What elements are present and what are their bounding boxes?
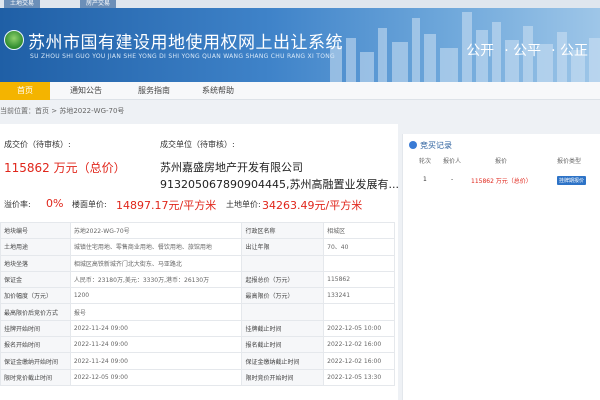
slogan-fair: · 公平	[504, 43, 542, 59]
info-cell-v1: 人民币：23180万,美元：3330万,港币：26130万	[69, 270, 243, 289]
row-round: 1	[423, 176, 427, 183]
info-cell-v1: 2022-12-05 09:00	[69, 368, 243, 386]
info-cell-k2	[241, 303, 325, 321]
info-cell-v1: 2022-11-24 09:00	[69, 336, 243, 354]
info-cell-v1: 2022-11-24 09:00	[69, 352, 243, 370]
info-cell-k1: 加价幅度（万元）	[0, 287, 71, 305]
info-cell-k2: 保证金缴纳截止时间	[241, 352, 325, 370]
info-cell-k1: 地块编号	[0, 221, 71, 240]
info-cell-k2: 起报总价（万元）	[241, 270, 325, 289]
info-cell-k1: 保证金	[0, 270, 71, 289]
info-cell-v1: 2022-11-24 09:00	[69, 319, 243, 338]
bid-record-panel: 竞买记录 轮次 报价人 报价 报价类型 1 - 115862 万元（总价） 挂牌…	[402, 134, 600, 400]
bid-record-row: 1 - 115862 万元（总价） 挂牌期报价	[407, 176, 597, 188]
info-row: 保证金 人民币：23180万,美元：3330万,港币：26130万 起报总价（万元）…	[0, 270, 395, 289]
info-cell-k1: 挂牌开始时间	[0, 319, 71, 338]
nav-home[interactable]: 首页	[0, 82, 50, 100]
site-header: 苏州市国有建设用地使用权网上出让系统 SU ZHOU SHI GUO YOU J…	[0, 8, 600, 82]
row-type-badge: 挂牌期报价	[557, 176, 587, 185]
breadcrumb: 当前位置：首页 > 苏地2022-WG-70号	[0, 107, 125, 115]
land-price-value: 34263.49元/平方米	[262, 199, 363, 212]
info-cell-k2: 限时竞价开始时间	[241, 368, 325, 386]
deal-party-name: 苏州嘉盛房地产开发有限公司	[160, 161, 303, 174]
floor-price-label: 楼面单价:	[72, 200, 107, 209]
bid-record-title: 竞买记录	[409, 140, 452, 151]
tab-land-trade[interactable]: 土地交易	[4, 0, 41, 8]
info-cell-v2: 133241	[323, 287, 395, 305]
info-row: 加价幅度（万元） 1200 最高限价（万元） 133241	[0, 287, 395, 305]
info-row: 土地用途 城镇住宅用地、零售商业用地、餐饮用地、旅馆用地 出让年限 70、40	[0, 238, 395, 256]
nav-notices[interactable]: 通知公告	[70, 82, 102, 100]
info-cell-k2	[241, 254, 325, 272]
info-cell-v1: 苏地2022-WG-70号	[69, 221, 243, 240]
slogans: 公开 · 公平 · 公正	[466, 40, 588, 60]
info-row: 地块编号 苏地2022-WG-70号 行政区名称 相城区	[0, 221, 395, 240]
info-cell-k1: 地块坐落	[0, 254, 71, 272]
info-cell-k2: 最高限价（万元）	[241, 287, 325, 305]
info-cell-v2	[323, 254, 395, 272]
info-cell-k1: 报名开始时间	[0, 336, 71, 354]
deal-price-label: 成交价（待审核）:	[4, 140, 71, 149]
info-cell-v2: 2022-12-02 16:00	[323, 352, 395, 370]
premium-label: 溢价率:	[4, 200, 31, 209]
nav-service-guide[interactable]: 服务指南	[138, 82, 170, 100]
info-cell-v2: 2022-12-05 10:00	[323, 319, 395, 338]
info-cell-v2	[323, 303, 395, 321]
info-cell-k2: 报名截止时间	[241, 336, 325, 354]
info-row: 限时竞价截止时间 2022-12-05 09:00 限时竞价开始时间 2022-12-…	[0, 368, 395, 386]
info-cell-k2: 挂牌截止时间	[241, 319, 325, 338]
site-logo-icon	[4, 30, 24, 50]
info-row: 最高限价后竞价方式 报号	[0, 303, 395, 321]
info-cell-k1: 最高限价后竞价方式	[0, 303, 71, 321]
floor-price-value: 14897.17元/平方米	[116, 199, 217, 212]
slogan-just: · 公正	[551, 43, 588, 59]
header-bidder: 报价人	[443, 158, 462, 165]
price-metrics: 溢价率: 0% 楼面单价: 14897.17元/平方米 土地单价: 34263.…	[0, 193, 398, 215]
info-cell-v2: 70、40	[323, 238, 395, 256]
info-cell-k2: 出让年限	[241, 238, 325, 256]
row-bidder: -	[451, 176, 454, 183]
bid-record-header: 轮次 报价人 报价 报价类型	[407, 156, 597, 168]
info-row: 挂牌开始时间 2022-11-24 09:00 挂牌截止时间 2022-12-05 1…	[0, 319, 395, 338]
parcel-info-table: 地块编号 苏地2022-WG-70号 行政区名称 相城区 土地用途 城镇住宅用地、零售商业…	[0, 221, 395, 386]
deal-party-label: 成交单位（待审核）:	[160, 140, 235, 149]
info-cell-v1: 城镇住宅用地、零售商业用地、餐饮用地、旅馆用地	[69, 238, 243, 256]
info-cell-v2: 115862	[323, 270, 395, 289]
info-cell-v2: 2022-12-05 13:30	[323, 368, 395, 386]
record-icon	[409, 141, 417, 149]
land-price-label: 土地单价:	[226, 200, 261, 209]
bid-record-title-text: 竞买记录	[420, 141, 452, 150]
info-cell-v2: 相城区	[323, 221, 395, 240]
header-round: 轮次	[419, 158, 432, 165]
info-cell-v1: 相城区高铁新城齐门北大街东、马亚路北	[69, 254, 243, 272]
info-row: 报名开始时间 2022-11-24 09:00 报名截止时间 2022-12-02 1…	[0, 336, 395, 354]
site-subtitle: SU ZHOU SHI GUO YOU JIAN SHE YONG DI SHI…	[30, 53, 335, 60]
premium-value: 0%	[46, 197, 64, 210]
deal-party-detail: 913205067890904445,苏州高融置业发展有...	[160, 178, 399, 191]
info-cell-v2: 2022-12-02 16:00	[323, 336, 395, 354]
info-row: 保证金缴纳开始时间 2022-11-24 09:00 保证金缴纳截止时间 2022-1…	[0, 352, 395, 370]
row-price: 115862 万元（总价）	[471, 178, 532, 185]
main-nav: 首页 通知公告 服务指南 系统帮助	[0, 82, 600, 100]
info-cell-k1: 保证金缴纳开始时间	[0, 352, 71, 370]
site-title: 苏州市国有建设用地使用权网上出让系统	[28, 33, 343, 53]
info-row: 地块坐落 相城区高铁新城齐门北大街东、马亚路北	[0, 254, 395, 272]
info-cell-k1: 土地用途	[0, 238, 71, 256]
top-strip: 土地交易 房产交易	[0, 0, 600, 8]
info-cell-v1: 报号	[69, 303, 243, 321]
tab-house-trade[interactable]: 房产交易	[80, 0, 117, 8]
header-type: 报价类型	[557, 158, 582, 165]
info-cell-k1: 限时竞价截止时间	[0, 368, 71, 386]
slogan-open: 公开	[466, 43, 495, 59]
info-cell-k2: 行政区名称	[241, 221, 325, 240]
deal-price-value: 115862 万元（总价）	[4, 161, 126, 175]
header-price: 报价	[495, 158, 508, 165]
nav-system-help[interactable]: 系统帮助	[202, 82, 234, 100]
info-cell-v1: 1200	[69, 287, 243, 305]
